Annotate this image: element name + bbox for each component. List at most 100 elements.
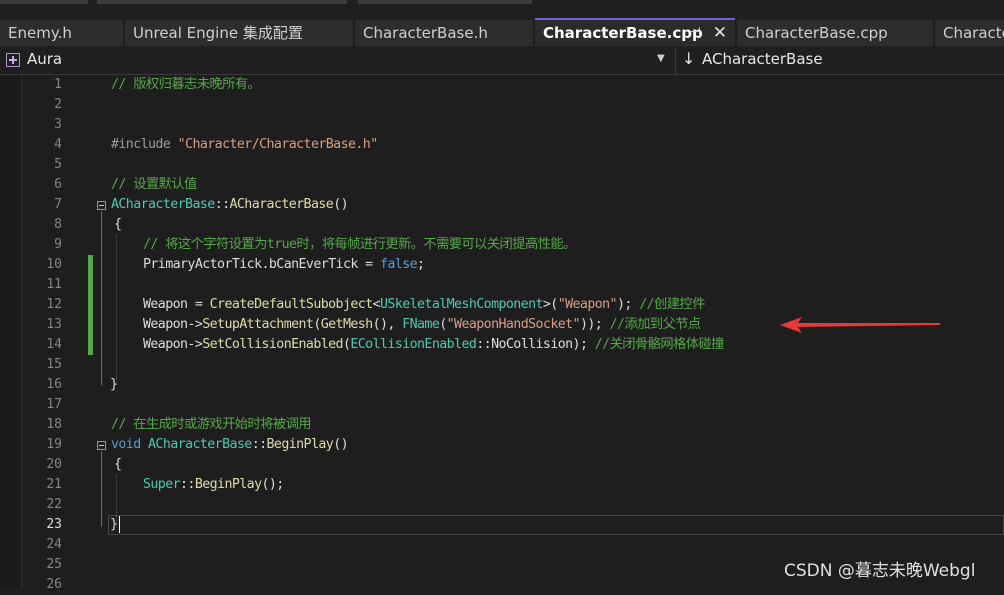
tab-label: CharacterBase.h	[363, 24, 488, 42]
line-number: 25	[46, 557, 62, 572]
code-line: void ACharacterBase::BeginPlay()	[0, 435, 1004, 455]
code-line: Super::BeginPlay();	[0, 475, 1004, 495]
tab-label: CharacterBase.cpp	[745, 24, 888, 42]
comment: // 设置默认值	[111, 177, 197, 192]
function-name: BeginPlay	[266, 437, 334, 452]
line-number: 26	[46, 577, 62, 592]
tab-characterbase-cpp[interactable]: CharacterBase.cpp	[737, 20, 933, 46]
line-number: 2	[54, 97, 62, 112]
type-name: FName	[402, 317, 440, 332]
comment: //添加到父节点	[609, 317, 702, 332]
code-line: // 在生成时或游戏开始时将被调用	[0, 415, 1004, 435]
punctuation: ));	[579, 317, 610, 332]
brace: }	[110, 517, 118, 532]
type-name: Super	[143, 477, 181, 492]
type-name: ACharacterBase	[148, 437, 252, 452]
line-number: 17	[46, 397, 62, 412]
brace: {	[114, 457, 122, 472]
member-dropdown[interactable]: ACharacterBase	[702, 50, 823, 68]
code-token: Weapon->	[143, 337, 203, 352]
title-strip-segment	[358, 0, 532, 4]
document-tab-bar: Enemy.h Unreal Engine 集成配置 CharacterBase…	[0, 18, 1004, 66]
line-number: 15	[46, 357, 62, 372]
line-number: 22	[46, 497, 62, 512]
brace: }	[110, 377, 118, 392]
punctuation: ()	[333, 197, 348, 212]
function-name: GetMesh	[320, 317, 373, 332]
code-line: }	[0, 375, 1004, 395]
code-line: {	[0, 455, 1004, 475]
tab-label: Unreal Engine 集成配置	[133, 24, 303, 42]
pin-icon[interactable]: ⊣	[690, 20, 701, 46]
code-text: #include "Character/CharacterBase.h"	[111, 135, 378, 155]
nav-divider	[675, 48, 676, 74]
tab-enemy-h[interactable]: Enemy.h	[0, 20, 123, 46]
project-icon	[6, 53, 20, 67]
tab-characterbase-h[interactable]: CharacterBase.h	[355, 20, 533, 46]
watermark: CSDN @暮志未晚Webgl	[784, 561, 976, 581]
preprocessor-directive: #include	[111, 137, 178, 152]
operator: ::	[180, 477, 195, 492]
close-icon[interactable]: ✕	[713, 20, 727, 46]
project-dropdown[interactable]: Aura	[27, 50, 62, 68]
code-line: Weapon = CreateDefaultSubobject<USkeleta…	[0, 295, 1004, 315]
punctuation: ()	[333, 437, 348, 452]
code-text: void ACharacterBase::BeginPlay()	[111, 435, 349, 455]
tab-characte[interactable]: Characte	[935, 20, 1004, 46]
type-name: ACharacterBase	[111, 197, 215, 212]
string-literal: "WeaponHandSocket"	[446, 317, 581, 332]
type-name: USkeletalMeshComponent	[379, 297, 544, 312]
tab-unreal-engine-config[interactable]: Unreal Engine 集成配置	[125, 20, 353, 46]
comment: // 在生成时或游戏开始时将被调用	[111, 417, 312, 432]
code-line-current: }	[0, 515, 1004, 535]
comment: //关闭骨骼网格体碰撞	[594, 337, 725, 352]
code-line: // 将这个字符设置为true时，将每帧进行更新。不需要可以关闭提高性能。	[0, 235, 1004, 255]
string-literal: "Weapon"	[557, 297, 618, 312]
code-line: Weapon->SetCollisionEnabled(ECollisionEn…	[0, 335, 1004, 355]
function-name: ACharacterBase	[229, 197, 334, 212]
punctuation: (),	[372, 317, 403, 332]
code-token: Weapon->	[143, 317, 203, 332]
punctuation: <	[372, 297, 381, 312]
title-strip-segment	[0, 0, 88, 4]
annotation-arrow-shape	[780, 317, 940, 333]
punctuation: ;	[417, 257, 425, 272]
function-name: SetCollisionEnabled	[202, 337, 343, 352]
code-line: ACharacterBase::ACharacterBase()	[0, 195, 1004, 215]
code-token: PrimaryActorTick.bCanEverTick =	[143, 257, 380, 272]
code-line: // 设置默认值	[0, 175, 1004, 195]
code-text: Weapon->SetCollisionEnabled(ECollisionEn…	[143, 335, 724, 355]
navigation-bar: Aura ▼ ↓ ACharacterBase	[0, 48, 1004, 75]
down-arrow-icon: ↓	[682, 49, 696, 68]
operator: ::	[251, 437, 267, 452]
chevron-down-icon[interactable]: ▼	[657, 53, 665, 64]
function-name: SetupAttachment	[202, 317, 314, 332]
annotation-arrow-icon	[780, 317, 940, 333]
code-text: Weapon = CreateDefaultSubobject<USkeleta…	[143, 295, 705, 315]
code-text: ACharacterBase::ACharacterBase()	[111, 195, 349, 215]
string-literal: "Character/CharacterBase.h"	[177, 137, 379, 152]
keyword: void	[111, 437, 149, 452]
title-strip	[0, 0, 1004, 18]
title-strip-segment	[97, 0, 347, 4]
code-line: PrimaryActorTick.bCanEverTick = false;	[0, 255, 1004, 275]
type-name: ECollisionEnabled	[350, 337, 477, 352]
code-text: PrimaryActorTick.bCanEverTick = false;	[143, 255, 425, 275]
code-text: Weapon->SetupAttachment(GetMesh(), FName…	[143, 315, 701, 335]
code-text: Super::BeginPlay();	[143, 475, 284, 495]
brace: {	[114, 217, 122, 232]
code-line: #include "Character/CharacterBase.h"	[0, 135, 1004, 155]
tab-label: Characte	[943, 24, 1004, 42]
operator: ::	[214, 197, 230, 212]
punctuation: >(	[542, 297, 558, 312]
punctuation: ();	[261, 477, 285, 492]
punctuation: );	[616, 297, 640, 312]
tab-characterbase-cpp-active[interactable]: CharacterBase.cpp ⊣ ✕	[535, 18, 735, 46]
code-token: Weapon =	[143, 297, 210, 312]
code-line: // 版权归暮志未晚所有。	[0, 75, 1004, 95]
function-name: CreateDefaultSubobject	[209, 297, 374, 312]
keyword: false	[379, 257, 418, 272]
function-name: BeginPlay	[194, 477, 262, 492]
line-number: 11	[46, 277, 62, 292]
line-number: 24	[46, 537, 62, 552]
